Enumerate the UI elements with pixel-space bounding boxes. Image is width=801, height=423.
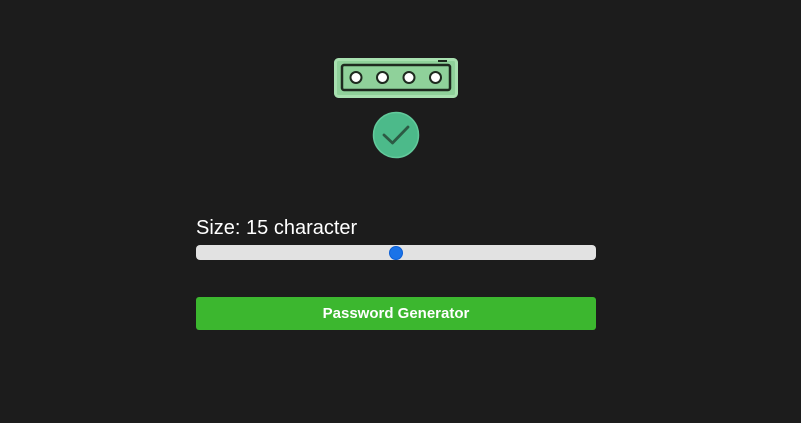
size-label: Size: 15 character — [196, 217, 358, 239]
slider-thumb[interactable] — [389, 245, 403, 260]
check-circle-icon — [372, 111, 420, 159]
password-generator-button[interactable]: Password Generator — [196, 297, 596, 330]
password-generator-app: Size: 15 character Password Generator — [0, 0, 801, 423]
password-field-icon — [334, 58, 458, 98]
size-slider[interactable] — [196, 245, 596, 260]
